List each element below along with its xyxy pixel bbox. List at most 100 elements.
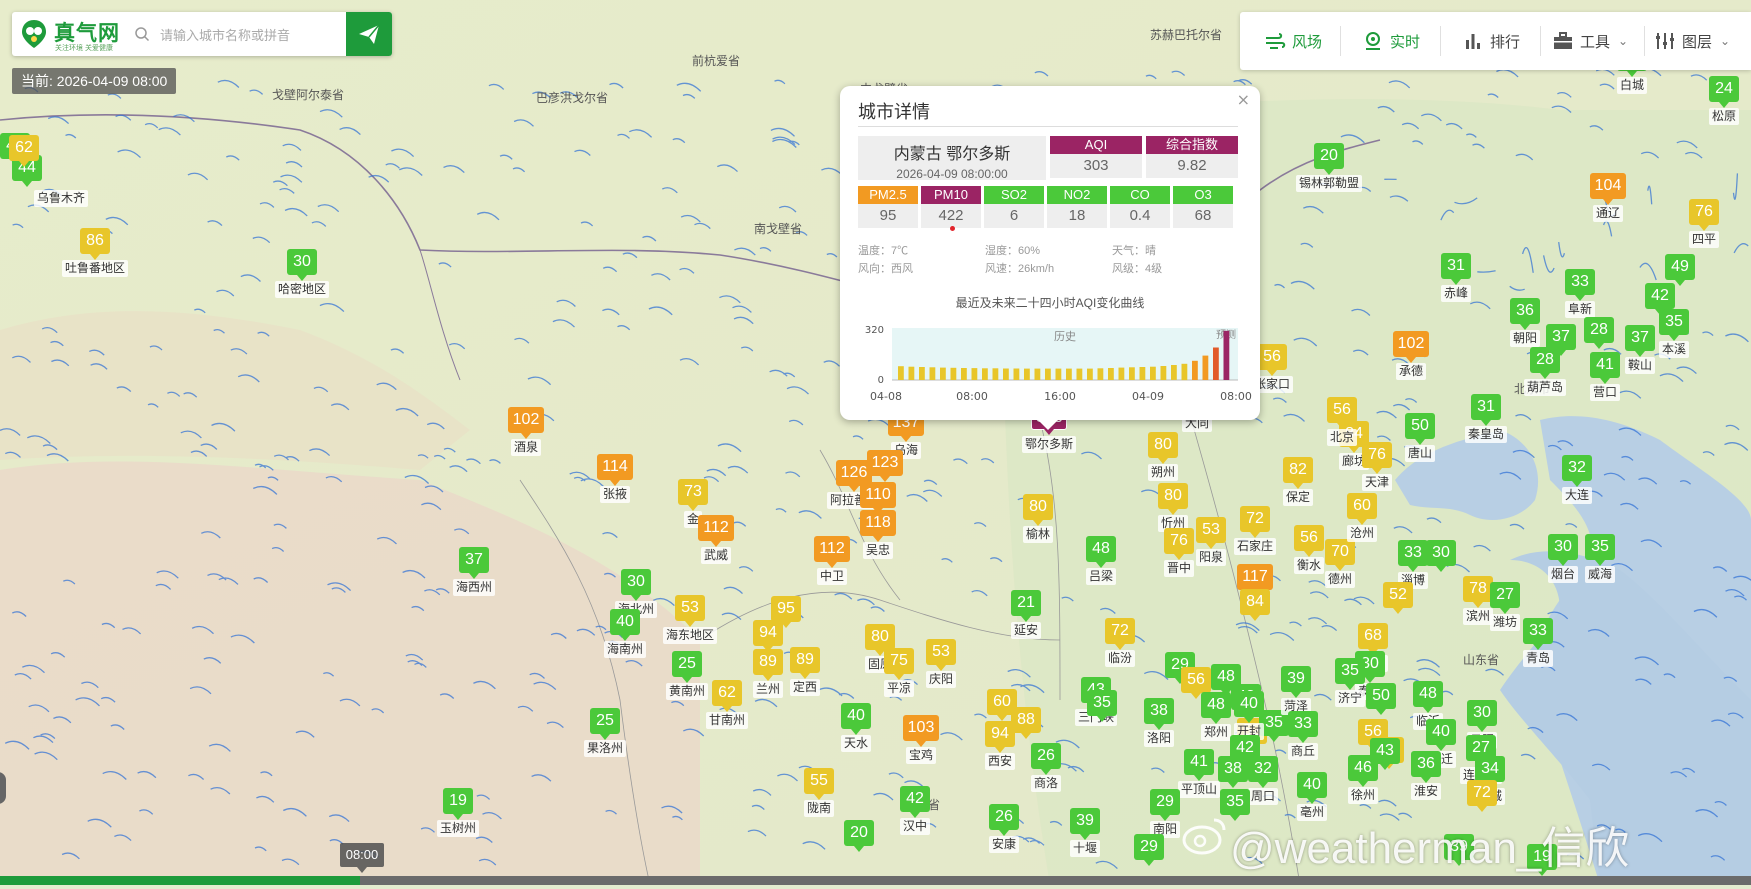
aqi-station-badge[interactable]: 25 [672,651,702,677]
aqi-station-badge[interactable]: 20 [1314,143,1344,169]
aqi-station-badge[interactable]: 52 [1383,582,1413,608]
aqi-station-badge[interactable]: 36 [1510,298,1540,324]
aqi-station-badge[interactable]: 110 [860,482,896,508]
aqi-station-badge[interactable]: 68 [1358,623,1388,649]
aqi-station-badge[interactable]: 33 [1398,540,1428,566]
aqi-station-badge[interactable]: 75 [884,648,914,674]
aqi-station-badge[interactable]: 37 [459,547,489,573]
aqi-station-badge[interactable]: 40 [841,703,871,729]
aqi-station-badge[interactable]: 70 [1325,539,1355,565]
logo[interactable]: 真气网 关注环境 关爱健康 [18,16,136,52]
aqi-station-badge[interactable]: 53 [1196,517,1226,543]
aqi-station-badge[interactable]: 78 [1463,576,1493,602]
aqi-station-badge[interactable]: 55 [804,768,834,794]
aqi-station-badge[interactable]: 25 [590,708,620,734]
aqi-station-badge[interactable]: 34 [1475,756,1505,782]
aqi-station-badge[interactable]: 31 [1471,394,1501,420]
aqi-station-badge[interactable]: 40 [1234,691,1264,717]
aqi-station-badge[interactable]: 80 [1158,483,1188,509]
aqi-station-badge[interactable]: 62 [712,680,742,706]
aqi-station-badge[interactable]: 89 [753,649,783,675]
aqi-station-badge[interactable]: 28 [1584,317,1614,343]
aqi-station-badge[interactable]: 56 [1257,344,1287,370]
aqi-station-badge[interactable]: 56 [1181,667,1211,693]
aqi-station-badge[interactable]: 56 [1294,525,1324,551]
close-icon[interactable]: × [1237,90,1250,109]
aqi-station-badge[interactable]: 21 [1011,590,1041,616]
aqi-station-badge[interactable]: 103 [903,715,939,741]
aqi-station-badge[interactable]: 40 [1297,772,1327,798]
aqi-station-badge[interactable]: 42 [900,786,930,812]
aqi-station-badge[interactable]: 30 [1467,700,1497,726]
aqi-station-badge[interactable]: 104 [1590,173,1626,199]
aqi-station-badge[interactable]: 40 [610,609,640,635]
aqi-station-badge[interactable]: 48 [1413,681,1443,707]
aqi-station-badge[interactable]: 40 [1426,719,1456,745]
aqi-station-badge[interactable]: 94 [753,620,783,646]
aqi-station-badge[interactable]: 50 [1405,413,1435,439]
aqi-station-badge[interactable]: 26 [989,804,1019,830]
aqi-station-badge[interactable]: 30 [287,249,317,275]
aqi-station-badge[interactable]: 53 [926,639,956,665]
aqi-station-badge[interactable]: 48 [1211,664,1241,690]
aqi-station-badge[interactable]: 82 [1283,457,1313,483]
toolbar-tools-button[interactable]: 工具 ⌄ [1552,12,1628,70]
aqi-station-badge[interactable]: 76 [1689,199,1719,225]
aqi-station-badge[interactable]: 41 [1184,749,1214,775]
timeline-handle[interactable]: 08:00 [340,843,384,867]
aqi-station-badge[interactable]: 84 [1240,589,1270,615]
aqi-station-badge[interactable]: 29 [1150,789,1180,815]
toolbar-realtime-button[interactable]: 实时 [1362,12,1420,70]
aqi-station-badge[interactable]: 32 [1562,455,1592,481]
aqi-station-badge[interactable]: 32 [1248,756,1278,782]
aqi-station-badge[interactable]: 37 [1625,325,1655,351]
aqi-station-badge[interactable]: 39 [1070,808,1100,834]
aqi-station-badge[interactable]: 76 [1362,442,1392,468]
aqi-station-badge[interactable]: 49 [1665,254,1695,280]
aqi-station-badge[interactable]: 33 [1523,618,1553,644]
toolbar-ranking-button[interactable]: 排行 [1462,12,1520,70]
aqi-station-badge[interactable]: 72 [1240,506,1270,532]
aqi-station-badge[interactable]: 53 [675,595,705,621]
aqi-station-badge[interactable]: 60 [1347,493,1377,519]
aqi-station-badge[interactable]: 102 [508,407,544,433]
search-input[interactable] [158,20,358,50]
aqi-station-badge[interactable]: 80 [865,624,895,650]
aqi-station-badge[interactable]: 72 [1467,780,1497,806]
aqi-station-badge[interactable]: 95 [771,596,801,622]
aqi-station-badge[interactable]: 24 [1709,76,1739,102]
aqi-station-badge[interactable]: 35 [1585,534,1615,560]
aqi-station-badge[interactable]: 39 [1281,666,1311,692]
aqi-station-badge[interactable]: 56 [1327,397,1357,423]
aqi-station-badge[interactable]: 86 [80,228,110,254]
aqi-station-badge[interactable]: 33 [1565,269,1595,295]
aqi-station-badge[interactable]: 89 [790,647,820,673]
search-submit-button[interactable] [346,12,392,56]
aqi-station-badge[interactable]: 20 [844,820,874,846]
aqi-station-badge[interactable]: 28 [1530,347,1560,373]
toolbar-layers-button[interactable]: 图层 ⌄ [1654,12,1730,70]
aqi-station-badge[interactable]: 29 [1134,834,1164,860]
aqi-station-badge[interactable]: 42 [1645,283,1675,309]
aqi-station-badge[interactable]: 30 [621,569,651,595]
aqi-station-badge[interactable]: 19 [443,788,473,814]
aqi-station-badge[interactable]: 117 [1237,564,1273,590]
aqi-station-badge[interactable]: 80 [1023,494,1053,520]
aqi-station-badge[interactable]: 31 [1441,253,1471,279]
aqi-station-badge[interactable]: 41 [1590,352,1620,378]
aqi-station-badge[interactable]: 38 [1218,756,1248,782]
aqi-station-badge[interactable]: 30 [1548,534,1578,560]
aqi-station-badge[interactable]: 35 [1335,658,1365,684]
aqi-station-badge[interactable]: 33 [1288,711,1318,737]
aqi-station-badge[interactable]: 76 [1164,528,1194,554]
aqi-station-badge[interactable]: 112 [698,515,734,541]
aqi-station-badge[interactable]: 102 [1393,331,1429,357]
aqi-station-badge[interactable]: 38 [1144,698,1174,724]
toolbar-wind-button[interactable]: 风场 [1264,12,1322,70]
aqi-station-badge[interactable]: 88 [1011,707,1041,733]
aqi-station-badge[interactable]: 73 [678,479,708,505]
aqi-station-badge[interactable]: 80 [1148,432,1178,458]
aqi-station-badge[interactable]: 30 [1426,540,1456,566]
aqi-station-badge[interactable]: 48 [1086,536,1116,562]
aqi-station-badge[interactable]: 36 [1411,751,1441,777]
